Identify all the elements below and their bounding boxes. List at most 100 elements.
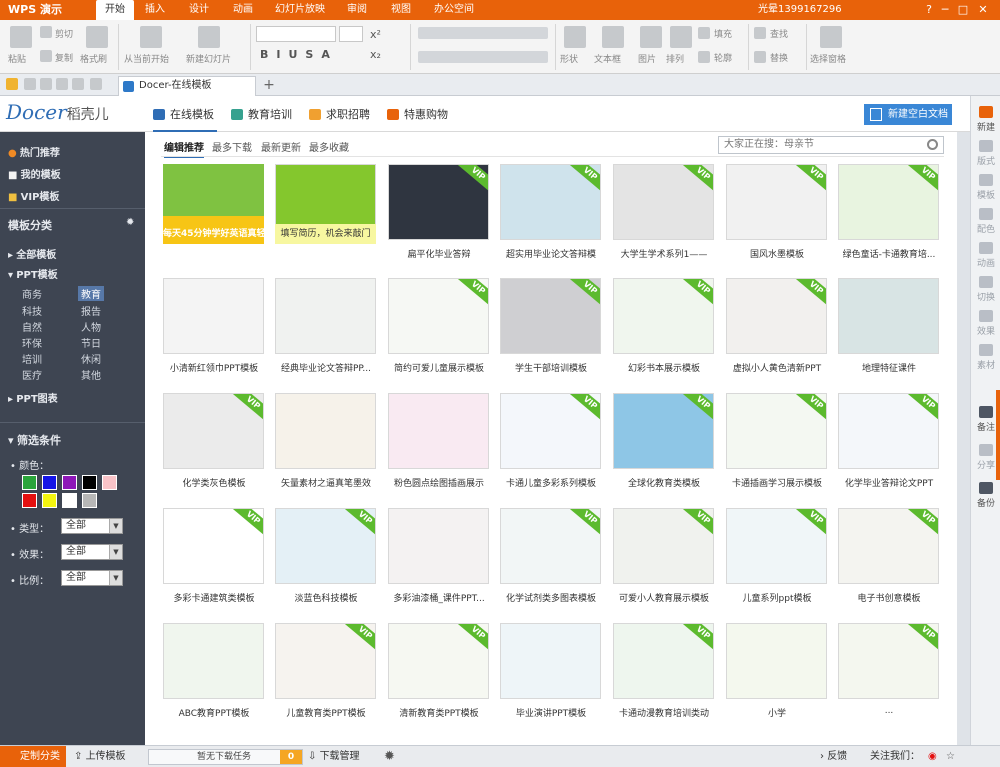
template-thumbnail[interactable] xyxy=(838,278,939,354)
template-thumbnail[interactable]: VIP xyxy=(388,164,489,240)
tab-docer-templates[interactable]: Docer-在线模板 xyxy=(118,76,256,96)
sidebar-item-mine[interactable]: ■ 我的模板 xyxy=(8,166,61,181)
sidebar-item-all[interactable]: ▸ 全部模板 xyxy=(8,246,56,261)
text-box-label[interactable]: 文本框 xyxy=(594,52,621,65)
template-thumbnail[interactable] xyxy=(275,393,376,469)
cat-training[interactable]: 培训 xyxy=(22,351,42,366)
close-icon[interactable]: ✕ xyxy=(976,0,990,20)
template-title[interactable]: 超实用毕业论文答辩模 xyxy=(496,247,606,260)
text-box-icon[interactable] xyxy=(602,26,624,48)
template-thumbnail[interactable] xyxy=(388,508,489,584)
nav-education[interactable]: 教育培训 xyxy=(231,96,297,132)
cat-report[interactable]: 报告 xyxy=(81,303,101,318)
tab-design[interactable]: 设计 xyxy=(182,0,216,20)
template-thumbnail[interactable]: VIP xyxy=(726,164,827,240)
template-thumbnail[interactable]: VIP xyxy=(838,393,939,469)
template-thumbnail[interactable]: VIP xyxy=(838,623,939,699)
template-title[interactable]: 儿童系列ppt模板 xyxy=(722,591,832,604)
template-title[interactable]: 卡通儿童多彩系列模板 xyxy=(496,476,606,489)
shape-label[interactable]: 形状 xyxy=(560,52,578,65)
template-title[interactable]: 矢量素材之逼真笔墨效 xyxy=(271,476,381,489)
replace-icon[interactable] xyxy=(754,51,766,63)
tab-review[interactable]: 审阅 xyxy=(340,0,374,20)
tool-effect[interactable]: 效果 xyxy=(971,310,1000,337)
effect-select[interactable]: 全部 ▼ xyxy=(61,544,123,560)
template-title[interactable]: ... xyxy=(834,706,944,716)
fill-icon[interactable] xyxy=(698,27,710,39)
new-slide-label[interactable]: 新建幻灯片 xyxy=(186,52,231,65)
template-title[interactable]: 毕业演讲PPT模板 xyxy=(496,706,606,719)
tool-transition[interactable]: 切换 xyxy=(971,276,1000,303)
filter-tab-newest[interactable]: 最新更新 xyxy=(261,139,301,154)
template-thumbnail[interactable]: VIP xyxy=(613,393,714,469)
settings-gear-icon[interactable]: ✹ xyxy=(384,746,395,767)
template-title[interactable]: 清新教育类PPT模板 xyxy=(384,706,494,719)
weibo-icon[interactable]: ◉ xyxy=(928,746,937,767)
outline-icon[interactable] xyxy=(698,51,710,63)
template-title[interactable]: 化学试剂类多图表模板 xyxy=(496,591,606,604)
minimize-icon[interactable]: ─ xyxy=(938,0,952,20)
nav-jobs[interactable]: 求职招聘 xyxy=(309,96,373,132)
color-swatch-blue[interactable] xyxy=(42,475,57,490)
template-thumbnail[interactable]: VIP xyxy=(613,623,714,699)
outline-label[interactable]: 轮廓 xyxy=(714,51,732,64)
filter-tab-downloads[interactable]: 最多下载 xyxy=(212,139,252,154)
tab-animation[interactable]: 动画 xyxy=(226,0,260,20)
template-title[interactable]: 大学生学术系列1—— xyxy=(609,247,719,260)
template-thumbnail[interactable]: VIP xyxy=(500,164,601,240)
template-thumbnail[interactable] xyxy=(163,278,264,354)
arrange-icon[interactable] xyxy=(670,26,692,48)
preview-icon[interactable] xyxy=(56,78,68,90)
sidebar-item-vip[interactable]: ■ VIP模板 xyxy=(8,188,59,203)
template-title[interactable]: 简约可爱儿童展示模板 xyxy=(384,361,494,374)
custom-category-button[interactable]: 定制分类 xyxy=(0,746,66,767)
type-select[interactable]: 全部 ▼ xyxy=(61,518,123,534)
template-thumbnail[interactable]: VIP xyxy=(500,278,601,354)
template-title[interactable]: 化学毕业答辩论文PPT xyxy=(834,476,944,489)
template-title[interactable]: 学生干部培训模板 xyxy=(496,361,606,374)
open-folder-icon[interactable] xyxy=(6,78,18,90)
cat-tech[interactable]: 科技 xyxy=(22,303,42,318)
template-title[interactable]: 全球化教育类模板 xyxy=(609,476,719,489)
cat-nature[interactable]: 自然 xyxy=(22,319,42,334)
sidebar-item-ppt[interactable]: ▾ PPT模板 xyxy=(8,266,58,281)
cat-festival[interactable]: 节日 xyxy=(81,335,101,350)
qzone-icon[interactable]: ☆ xyxy=(946,746,955,767)
sidebar-item-ppt-charts[interactable]: ▸ PPT图表 xyxy=(8,390,58,405)
tab-insert[interactable]: 插入 xyxy=(138,0,172,20)
grow-font-button[interactable]: x² xyxy=(370,28,381,41)
template-thumbnail[interactable]: VIP xyxy=(275,508,376,584)
selection-pane-icon[interactable] xyxy=(820,26,842,48)
cut-icon[interactable] xyxy=(40,26,52,38)
new-slide-icon[interactable] xyxy=(198,26,220,48)
color-swatch-black[interactable] xyxy=(82,475,97,490)
format-painter-label[interactable]: 格式刷 xyxy=(80,52,107,65)
template-thumbnail[interactable]: VIP xyxy=(388,623,489,699)
tab-view[interactable]: 视图 xyxy=(384,0,418,20)
template-thumbnail[interactable]: VIP xyxy=(163,508,264,584)
alignment-tools[interactable] xyxy=(418,51,548,63)
color-swatch-pink[interactable] xyxy=(102,475,117,490)
app-menu-button[interactable]: WPS 演示 xyxy=(2,1,68,19)
template-title[interactable]: 国风水墨模板 xyxy=(722,247,832,260)
search-icon[interactable] xyxy=(927,139,938,150)
template-title[interactable]: 卡通插画学习展示模板 xyxy=(722,476,832,489)
play-from-current-icon[interactable] xyxy=(140,26,162,48)
paste-label[interactable]: 粘贴 xyxy=(8,52,26,65)
feedback-link[interactable]: › 反馈 xyxy=(820,746,847,767)
follow-us[interactable]: 关注我们： xyxy=(870,746,920,767)
replace-label[interactable]: 替换 xyxy=(770,51,788,64)
shape-icon[interactable] xyxy=(564,26,586,48)
template-title[interactable]: 经典毕业论文答辩PP... xyxy=(271,361,381,374)
sidebar-item-hot[interactable]: ● 热门推荐 xyxy=(8,144,60,159)
selection-pane-label[interactable]: 选择窗格 xyxy=(810,52,846,65)
template-title[interactable]: 电子书创意模板 xyxy=(834,591,944,604)
template-title[interactable]: 绿色童话-卡通教育培... xyxy=(834,247,944,260)
template-title[interactable]: 每天45分钟学好英语真轻松 xyxy=(163,224,264,244)
find-icon[interactable] xyxy=(754,27,766,39)
template-title[interactable]: 儿童教育类PPT模板 xyxy=(271,706,381,719)
shrink-font-button[interactable]: x₂ xyxy=(370,48,381,61)
tool-layout[interactable]: 版式 xyxy=(971,140,1000,167)
template-title[interactable]: ABC教育PPT模板 xyxy=(159,706,269,719)
template-thumbnail[interactable] xyxy=(388,393,489,469)
